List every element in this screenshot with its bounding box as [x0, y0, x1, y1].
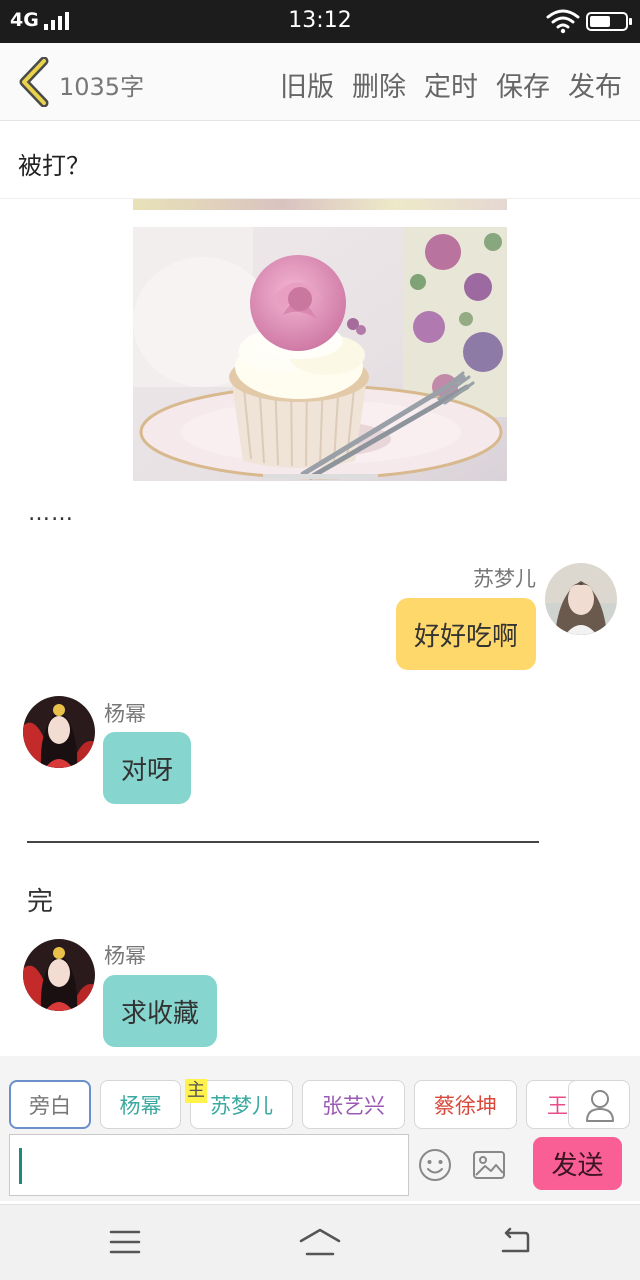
- menu-icon[interactable]: [108, 1227, 142, 1257]
- send-label: 发送: [551, 1151, 604, 1181]
- chevron-left-icon[interactable]: [14, 57, 54, 107]
- chapter-title-row[interactable]: 被打？: [0, 121, 640, 199]
- role-selector: 旁白 杨幂 主 苏梦儿 张艺兴 蔡徐坤 王: [0, 1056, 640, 1131]
- send-button[interactable]: 发送: [533, 1137, 622, 1190]
- role-label: 蔡徐坤: [434, 1093, 497, 1118]
- message-text: 求收藏: [121, 998, 200, 1029]
- clock: 13:12: [288, 8, 352, 33]
- schedule-button[interactable]: 定时: [424, 65, 478, 104]
- chapter-title[interactable]: 被打？: [18, 146, 90, 181]
- save-button[interactable]: 保存: [496, 65, 550, 104]
- status-bar: 4G 13:12: [0, 0, 640, 43]
- cupcake-image[interactable]: [133, 227, 507, 481]
- emoji-icon[interactable]: [418, 1148, 452, 1182]
- editor-toolbar: 1035字 旧版 删除 定时 保存 发布: [0, 43, 640, 121]
- end-text[interactable]: 完: [27, 881, 53, 918]
- composer: 发送: [0, 1131, 640, 1201]
- image-icon[interactable]: [472, 1150, 506, 1180]
- role-zhangyixing[interactable]: 张艺兴: [302, 1080, 405, 1129]
- user-icon[interactable]: [568, 1080, 630, 1129]
- role-label: 杨幂: [119, 1093, 162, 1118]
- toolbar-actions: 旧版 删除 定时 保存 发布: [280, 65, 622, 104]
- speaker-name: 杨幂: [104, 944, 146, 968]
- divider-line: [27, 841, 539, 843]
- message-text: 对呀: [121, 755, 174, 786]
- publish-button[interactable]: 发布: [568, 65, 622, 104]
- role-label: 张艺兴: [322, 1093, 385, 1118]
- role-label: 王: [547, 1093, 568, 1118]
- home-icon[interactable]: [298, 1227, 342, 1259]
- message-text: 好好吃啊: [413, 621, 518, 652]
- ellipsis-text[interactable]: ……: [28, 501, 74, 526]
- role-caixukun[interactable]: 蔡徐坤: [414, 1080, 517, 1129]
- message-bubble[interactable]: 对呀: [103, 732, 192, 804]
- old-version-button[interactable]: 旧版: [280, 65, 334, 104]
- battery-icon: [586, 12, 632, 31]
- message-bubble[interactable]: 求收藏: [103, 975, 218, 1047]
- role-label: 苏梦儿: [210, 1093, 273, 1118]
- main-role-tag: 主: [185, 1079, 207, 1103]
- delete-button[interactable]: 删除: [352, 65, 406, 104]
- role-yangmi[interactable]: 杨幂: [100, 1080, 181, 1129]
- story-content[interactable]: …… 苏梦儿 好好吃啊 杨幂 对呀 完 杨幂 求收藏: [0, 199, 640, 1056]
- message-input[interactable]: [9, 1134, 409, 1196]
- message-bubble[interactable]: 好好吃啊: [395, 598, 536, 670]
- role-narrator[interactable]: 旁白: [9, 1080, 91, 1129]
- role-label: 旁白: [29, 1093, 71, 1118]
- text-caret: [19, 1148, 22, 1184]
- word-count: 1035字: [59, 73, 145, 101]
- avatar[interactable]: [545, 563, 617, 635]
- previous-image-edge: [133, 199, 507, 210]
- speaker-name: 苏梦儿: [473, 567, 536, 591]
- role-sumenger[interactable]: 主 苏梦儿: [185, 1079, 293, 1129]
- wifi-icon: [546, 9, 580, 34]
- system-nav-bar: [0, 1204, 640, 1280]
- speaker-name: 杨幂: [104, 702, 146, 726]
- avatar[interactable]: [23, 939, 95, 1011]
- back-arrow-icon[interactable]: [497, 1227, 533, 1257]
- avatar[interactable]: [23, 696, 95, 768]
